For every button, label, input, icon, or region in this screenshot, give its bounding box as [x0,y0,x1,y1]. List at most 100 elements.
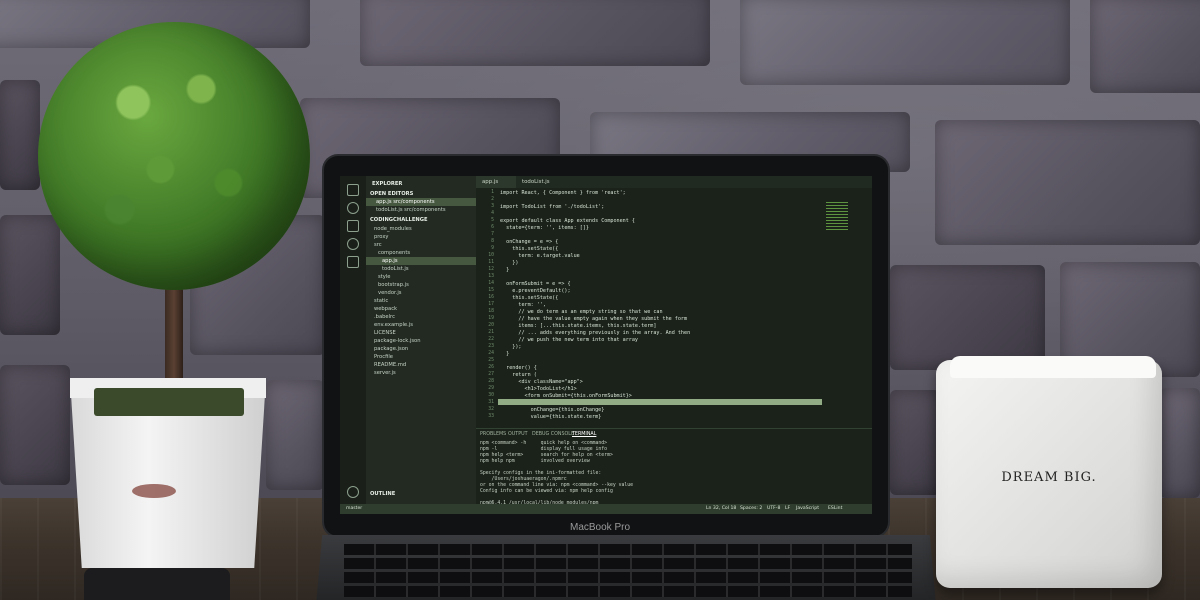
project-header[interactable]: CODINGCHALLENGE [366,216,480,224]
branch-status[interactable]: master [346,504,362,514]
extensions-icon[interactable] [347,256,359,268]
line-number: 20 [488,323,494,328]
line-number: 11 [488,260,494,265]
smartphone [84,568,230,600]
line-number: 1 [491,190,494,195]
open-file-item[interactable]: app.js src/components [366,198,486,206]
dream-big-box-top [950,356,1156,378]
line-number: 19 [488,316,494,321]
tab-terminal[interactable]: TERMINAL [572,432,596,437]
code-line: // ... adds everything previously in the… [500,330,691,336]
cursor-position[interactable]: Ln 32, Col 18 [706,504,736,514]
code-line: // have the value empty again when they … [500,316,688,322]
code-line: } [500,351,510,357]
line-number: 16 [488,295,494,300]
outline-header[interactable]: OUTLINE [366,490,480,498]
line-number: 5 [491,218,494,223]
code-line: }); [500,344,522,350]
line-number: 25 [488,358,494,363]
tree-item[interactable]: env.example.js [366,321,484,329]
line-number: 27 [488,372,494,377]
source-control-icon[interactable] [347,220,359,232]
tree-item[interactable]: node_modules [366,225,484,233]
line-number: 9 [491,246,494,251]
plant-foliage [38,22,310,290]
brick [360,0,710,66]
code-line: term: '', [500,302,547,308]
tab-debug-console[interactable]: DEBUG CONSOLE [532,432,574,437]
tree-item[interactable]: Procfile [366,353,484,361]
tree-item[interactable]: proxy [366,233,484,241]
brick [740,0,1070,85]
brick [1090,0,1200,93]
tree-item[interactable]: server.js [366,369,484,377]
brick [0,365,70,485]
linter-status[interactable]: ESLint [828,504,842,514]
tree-item[interactable]: app.js [366,257,492,265]
line-number: 22 [488,337,494,342]
photo-scene: EXPLORER OPEN EDITORS app.js src/compone… [0,0,1200,600]
line-number: 6 [491,225,494,230]
open-file-item[interactable]: todoList.js src/components [366,206,486,214]
line-number: 30 [488,393,494,398]
line-number: 3 [491,204,494,209]
encoding-status[interactable]: UTF-8 [767,504,780,514]
line-number: 10 [488,253,494,258]
code-line: import TodoList from './todoList'; [500,204,605,210]
files-icon[interactable] [347,184,359,196]
code-line: onFormSubmit = e => { [500,281,571,287]
activity-bar [340,176,366,514]
eol-status[interactable]: LF [785,504,790,514]
tree-item[interactable]: style [366,273,488,281]
tree-item[interactable]: src [366,241,484,249]
brick [1160,388,1200,498]
tree-item[interactable]: package.json [366,345,484,353]
editor-tabs: app.js todoList.js [476,176,872,188]
brick [0,80,40,190]
line-number: 26 [488,365,494,370]
code-line: e.preventDefault(); [500,288,571,294]
tab-app-js[interactable]: app.js [476,176,516,188]
code-line: // we do term as an empty string so that… [500,309,663,315]
tree-item[interactable]: LICENSE [366,329,484,337]
code-line: return ( [500,372,537,378]
tree-item[interactable]: components [366,249,488,257]
search-icon[interactable] [347,202,359,214]
explorer-sidebar: EXPLORER OPEN EDITORS app.js src/compone… [366,176,492,514]
code-line: render() { [500,365,537,371]
tree-item[interactable]: bootstrap.js [366,281,488,289]
brick [890,390,940,495]
debug-icon[interactable] [347,238,359,250]
line-number: 14 [488,281,494,286]
code-line: <form onSubmit={this.onFormSubmit}> [500,393,632,399]
gear-icon[interactable] [347,486,359,498]
laptop-screen: EXPLORER OPEN EDITORS app.js src/compone… [340,176,872,514]
language-mode[interactable]: JavaScript [796,504,819,514]
open-editors-header[interactable]: OPEN EDITORS [366,190,480,198]
tab-output[interactable]: OUTPUT [508,432,528,437]
code-line: onChange = e => { [500,239,559,245]
line-number: 15 [488,288,494,293]
indent-setting[interactable]: Spaces: 2 [740,504,762,514]
line-number: 2 [491,197,494,202]
line-number: 24 [488,351,494,356]
tree-item[interactable]: webpack [366,305,484,313]
code-line: this.setState({ [500,246,559,252]
terminal-line: npm help npm involved overview [480,459,590,464]
tree-item[interactable]: todoList.js [366,265,492,273]
code-editor[interactable]: app.js todoList.js 1 2 3 4 5 6 7 8 9 10 11 12 13 14 15… [476,176,872,514]
code-line: value={this.state.term} [500,414,602,420]
tab-todolist-js[interactable]: todoList.js [516,176,564,188]
tree-item[interactable]: package-lock.json [366,337,484,345]
code-line: // we push the new term into that array [500,337,639,343]
tree-item[interactable]: static [366,297,484,305]
dream-big-text: DREAM BIG. [1001,470,1097,485]
line-number: 18 [488,309,494,314]
tree-item[interactable]: README.md [366,361,484,369]
code-area[interactable]: import React, { Component } from 'react'… [500,190,840,420]
line-number: 29 [488,386,494,391]
line-number: 13 [488,274,494,279]
tree-item[interactable]: .babelrc [366,313,484,321]
tree-item[interactable]: vendor.js [366,289,488,297]
tab-problems[interactable]: PROBLEMS [480,432,506,437]
